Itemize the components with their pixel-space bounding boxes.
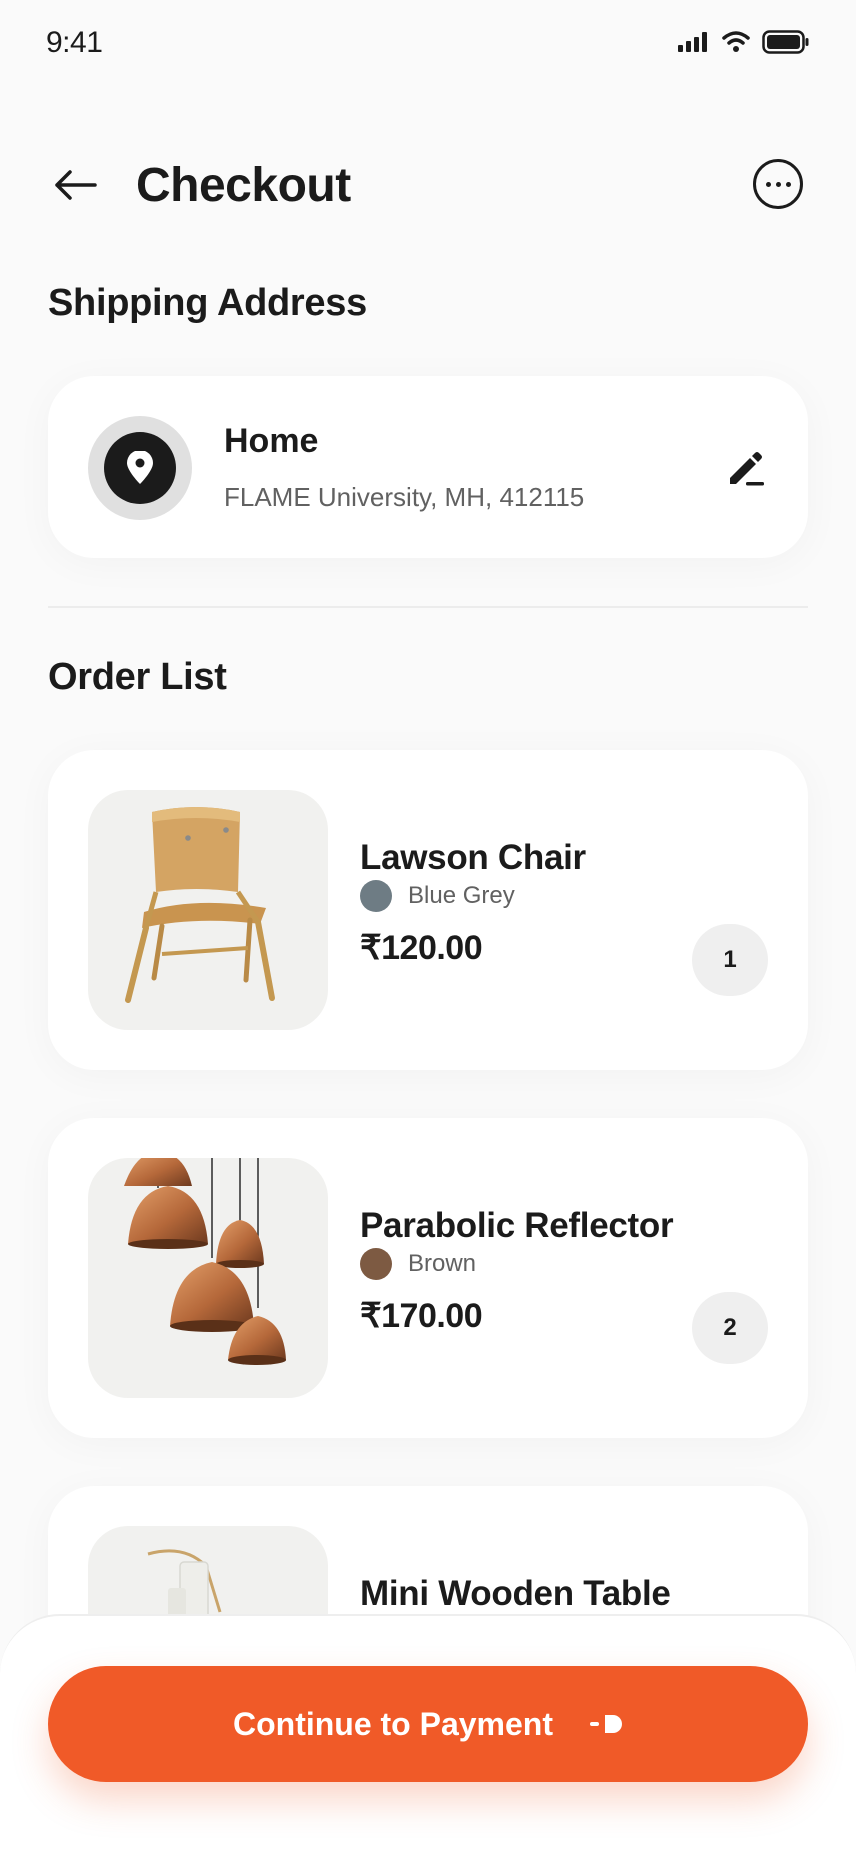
color-swatch <box>360 880 392 912</box>
divider <box>48 606 808 608</box>
product-image-lamps <box>88 1158 328 1398</box>
edit-pencil-icon <box>730 452 764 486</box>
item-color: Brown <box>360 1248 476 1280</box>
continue-to-payment-button[interactable]: Continue to Payment <box>48 1666 808 1782</box>
order-section-title: Order List <box>48 656 227 698</box>
color-name: Blue Grey <box>408 882 515 909</box>
status-time: 9:41 <box>46 26 103 59</box>
shipping-address-card[interactable]: Home FLAME University, MH, 412115 <box>48 376 808 558</box>
item-price: ₹120.00 <box>360 929 483 967</box>
order-item-card[interactable]: Parabolic Reflector Brown ₹170.00 2 <box>48 1118 808 1438</box>
arrow-left-icon <box>55 170 97 200</box>
color-swatch <box>360 1248 392 1280</box>
battery-icon <box>762 30 809 54</box>
page-title: Checkout <box>136 159 351 212</box>
signal-icon <box>678 32 707 52</box>
location-pin-icon <box>88 416 192 520</box>
quantity-badge[interactable]: 2 <box>692 1292 768 1364</box>
quantity-badge[interactable]: 1 <box>692 924 768 996</box>
address-label: Home <box>224 422 319 460</box>
address-text: FLAME University, MH, 412115 <box>224 482 585 512</box>
more-horizontal-icon <box>765 181 771 187</box>
status-icons <box>678 30 810 54</box>
bottom-action-bar: Continue to Payment <box>0 1614 856 1852</box>
back-button[interactable] <box>48 160 102 210</box>
more-button[interactable] <box>753 159 803 209</box>
status-bar: 9:41 <box>0 0 856 90</box>
edit-address-button[interactable] <box>724 446 768 490</box>
shipping-section-title: Shipping Address <box>48 282 367 324</box>
arrow-right-icon <box>590 1715 622 1733</box>
product-image-chair <box>88 790 328 1030</box>
wifi-icon <box>722 31 750 52</box>
header: Checkout <box>0 140 856 230</box>
item-name: Mini Wooden Table <box>360 1574 671 1613</box>
item-name: Lawson Chair <box>360 838 586 877</box>
item-color: Blue Grey <box>360 880 515 912</box>
item-price: ₹170.00 <box>360 1297 483 1335</box>
item-name: Parabolic Reflector <box>360 1206 674 1245</box>
continue-to-payment-label: Continue to Payment <box>232 1705 553 1742</box>
order-item-card[interactable]: Lawson Chair Blue Grey ₹120.00 1 <box>48 750 808 1070</box>
color-name: Brown <box>408 1250 477 1277</box>
